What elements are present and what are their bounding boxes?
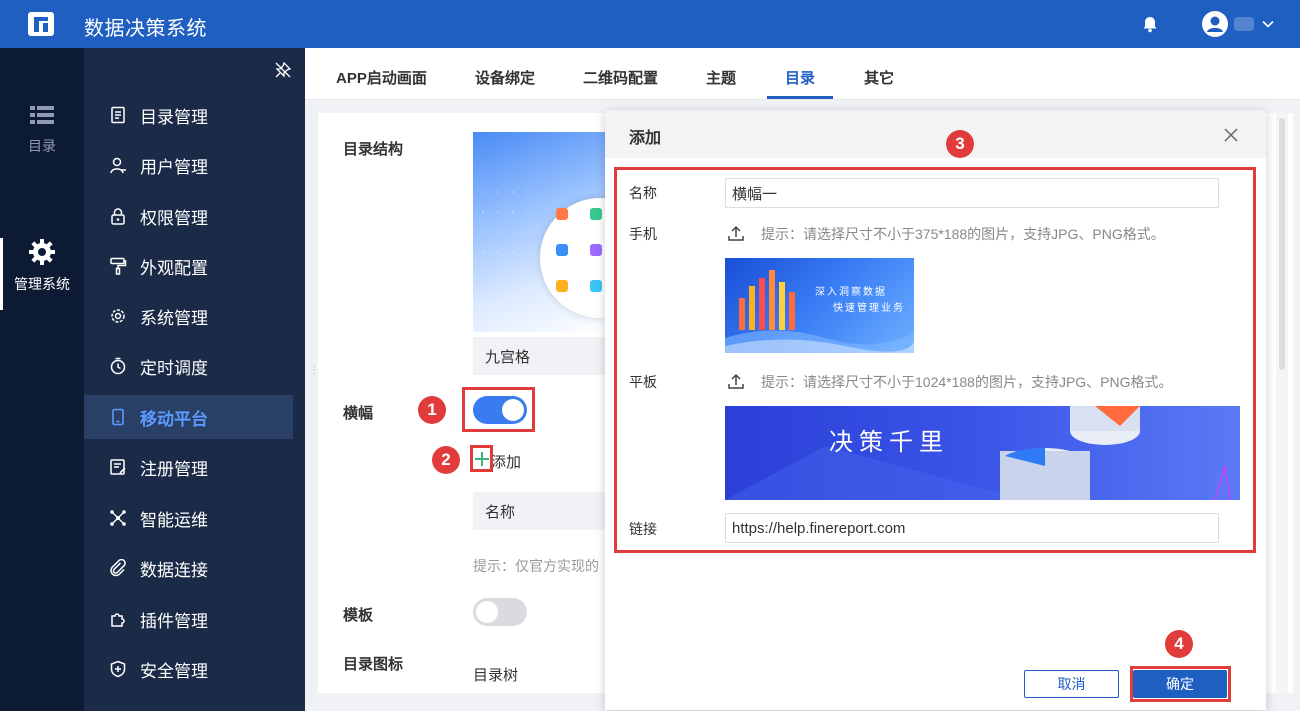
template-toggle[interactable]: [473, 598, 527, 626]
lock-icon: [108, 206, 128, 226]
add-banner-link[interactable]: 添加: [491, 451, 521, 472]
hint-text: 提示：仅官方实现的: [473, 558, 599, 574]
template-label: 模板: [343, 607, 374, 624]
sidebar-item-appearance[interactable]: 外观配置: [84, 244, 293, 288]
dir-structure-select[interactable]: 九宫格: [473, 337, 613, 375]
plugin-icon: [108, 609, 128, 629]
phone-banner-image[interactable]: 深入洞察数据 快速管理业务: [725, 258, 914, 353]
user-avatar-icon: [1207, 16, 1223, 32]
sidebar-item-smart-ops[interactable]: 智能运维: [84, 496, 293, 540]
dir-structure-label: 目录结构: [343, 141, 404, 158]
bell-icon[interactable]: [1140, 14, 1160, 34]
paint-roller-icon: [108, 256, 128, 276]
banner-cylinder-graphic: [725, 406, 1231, 500]
tablet-upload-hint: 提示：请选择尺寸不小于1024*188的图片，支持JPG、PNG格式。: [761, 374, 1173, 390]
sidebar-item-label: 智能运维: [140, 510, 208, 530]
sidebar-item-permission-mgmt[interactable]: 权限管理: [84, 194, 293, 238]
sidebar-item-label: 数据连接: [140, 560, 208, 580]
sidebar-item-security-mgmt[interactable]: 安全管理: [84, 647, 293, 691]
dialog-header: [605, 110, 1266, 158]
sidebar-item-label: 用户管理: [140, 157, 208, 177]
highlight-box-4: [1130, 666, 1231, 702]
link-field-label: 链接: [629, 521, 657, 537]
tab-device-binding[interactable]: 设备绑定: [475, 67, 535, 88]
upload-icon[interactable]: [727, 224, 745, 242]
list-icon: [30, 106, 54, 124]
rail-item-admin[interactable]: 管理系统: [0, 238, 84, 294]
sidebar-item-directory-mgmt[interactable]: 目录管理: [84, 93, 293, 137]
phone-banner-line1: 深入洞察数据: [815, 287, 887, 298]
banner-table-header: 名称: [473, 492, 613, 530]
timer-icon: [108, 356, 128, 376]
username-blurred[interactable]: [1234, 17, 1254, 31]
dir-icon-label: 目录图标: [343, 656, 404, 673]
chevron-down-icon[interactable]: [1260, 16, 1276, 32]
rail-item-label: 管理系统: [14, 276, 70, 292]
tab-theme[interactable]: 主题: [706, 67, 736, 88]
toggle-knob: [476, 601, 498, 623]
banner-name-input[interactable]: 横幅一: [725, 178, 1219, 208]
document-icon: [108, 105, 128, 125]
sidebar-item-scheduling[interactable]: 定时调度: [84, 344, 293, 388]
app-logo-icon: [28, 12, 54, 36]
banner-label: 横幅: [343, 405, 374, 422]
register-icon: [108, 457, 128, 477]
tab-qrcode-config[interactable]: 二维码配置: [583, 67, 658, 88]
close-icon[interactable]: [1222, 126, 1240, 144]
sidebar-item-system-mgmt[interactable]: 系统管理: [84, 294, 293, 338]
step-badge-3: 3: [946, 130, 974, 158]
sidebar-item-label: 定时调度: [140, 358, 208, 378]
gear-icon: [29, 239, 55, 265]
settings-icon: [108, 306, 128, 326]
sidebar-item-plugin-mgmt[interactable]: 插件管理: [84, 597, 293, 641]
sidebar-item-user-mgmt[interactable]: 用户管理: [84, 143, 293, 187]
scrollbar-thumb[interactable]: [1279, 118, 1285, 370]
phone-field-label: 手机: [629, 226, 657, 242]
rail-item-label: 目录: [28, 138, 56, 154]
rail-item-directory[interactable]: 目录: [0, 102, 84, 156]
active-tab-indicator: [767, 96, 833, 99]
sidebar-item-label: 移动平台: [140, 409, 208, 429]
sidebar-item-label: 目录管理: [140, 107, 208, 127]
sidebar-item-mobile-platform[interactable]: 移动平台: [84, 395, 293, 439]
highlight-box-1: [462, 387, 535, 432]
sidebar-item-label: 安全管理: [140, 661, 208, 681]
tablet-field-label: 平板: [629, 374, 657, 390]
phone-upload-hint: 提示：请选择尺寸不小于375*188的图片，支持JPG、PNG格式。: [761, 226, 1165, 242]
ops-icon: [108, 508, 128, 528]
sidebar-item-label: 外观配置: [140, 258, 208, 278]
step-badge-1: 1: [418, 396, 446, 424]
link-input[interactable]: https://help.finereport.com: [725, 513, 1219, 543]
tablet-banner-image[interactable]: 决策千里: [725, 406, 1240, 500]
sidebar-item-label: 权限管理: [140, 208, 208, 228]
dialog-title: 添加: [629, 130, 662, 147]
sidebar-item-label: 插件管理: [140, 611, 208, 631]
highlight-box-2: [470, 445, 493, 472]
cancel-button[interactable]: 取消: [1024, 670, 1119, 698]
name-column-header: 名称: [485, 503, 516, 521]
tab-other[interactable]: 其它: [864, 67, 894, 88]
tab-app-launch[interactable]: APP启动画面: [336, 67, 427, 88]
unpin-icon[interactable]: [274, 61, 292, 79]
tab-directory[interactable]: 目录: [785, 67, 815, 88]
user-icon: [108, 155, 128, 175]
sidebar-item-label: 系统管理: [140, 308, 208, 328]
step-badge-4: 4: [1165, 630, 1193, 658]
splitter-handle[interactable]: ⋮: [309, 365, 319, 383]
phone-banner-line2: 快速管理业务: [833, 303, 905, 314]
sidebar-item-registration[interactable]: 注册管理: [84, 445, 293, 489]
step-badge-2: 2: [432, 446, 460, 474]
avatar[interactable]: [1202, 11, 1228, 37]
dir-icon-value[interactable]: 目录树: [473, 664, 518, 685]
shield-icon: [108, 659, 128, 679]
sidebar-item-label: 注册管理: [140, 459, 208, 479]
sidebar-item-data-connection[interactable]: 数据连接: [84, 546, 293, 590]
app-title: 数据决策系统: [84, 18, 207, 40]
name-field-label: 名称: [629, 185, 657, 201]
link-icon: [108, 558, 128, 578]
upload-icon[interactable]: [727, 372, 745, 390]
mobile-icon: [108, 407, 128, 427]
tablet-banner-text: 决策千里: [829, 429, 949, 456]
